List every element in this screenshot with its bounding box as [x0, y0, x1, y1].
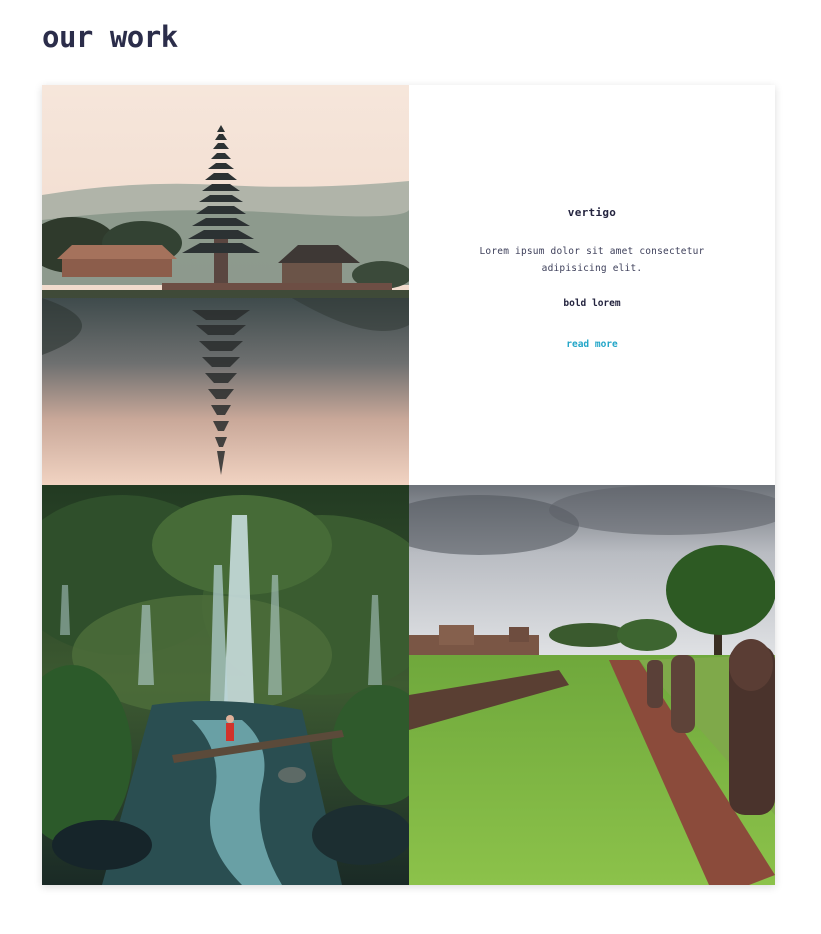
temple-photo — [42, 85, 409, 485]
ruins-photo — [409, 485, 775, 885]
work-grid: vertigo Lorem ipsum dolor sit amet conse… — [42, 85, 775, 885]
ruins-image — [409, 485, 775, 885]
hiker — [226, 723, 234, 741]
card-description: Lorem ipsum dolor sit amet consectetur a… — [479, 246, 705, 274]
temple-image — [42, 85, 409, 485]
project-card: vertigo Lorem ipsum dolor sit amet conse… — [409, 85, 775, 485]
waterfall-photo — [42, 485, 409, 885]
card-title: vertigo — [567, 206, 617, 219]
section-title: our work — [42, 20, 178, 54]
card-bold-text: bold lorem — [563, 298, 621, 309]
waterfall-image — [42, 485, 409, 885]
read-more-link[interactable]: read more — [566, 339, 617, 350]
